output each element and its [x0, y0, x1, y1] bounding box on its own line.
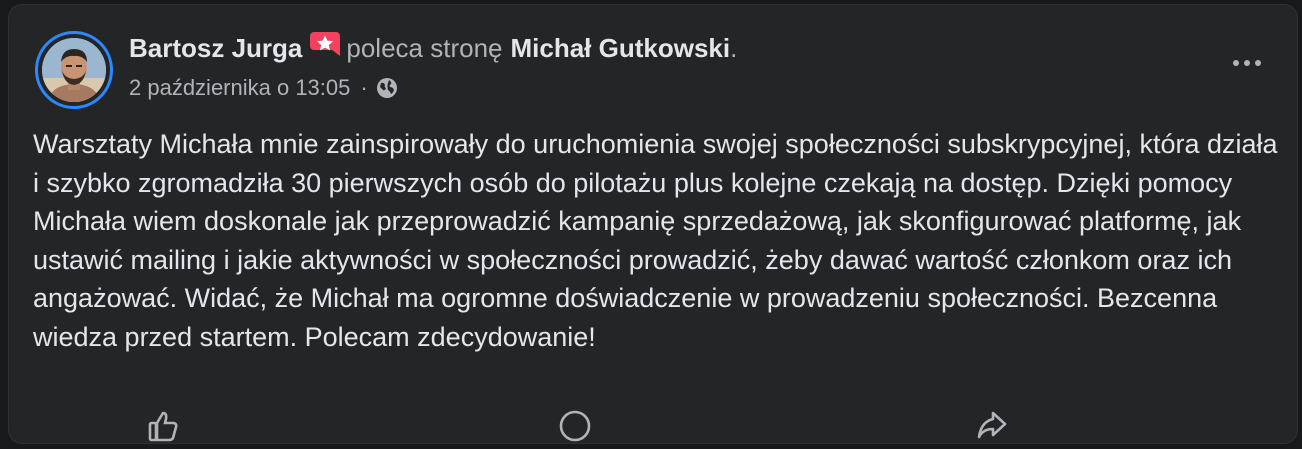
avatar[interactable]: [42, 38, 106, 102]
more-options-icon[interactable]: [1227, 51, 1267, 75]
globe-icon[interactable]: [376, 77, 398, 99]
share-button[interactable]: [975, 409, 1009, 443]
star-badge-icon: [310, 32, 341, 60]
more-dot: [1244, 60, 1250, 66]
header-period: .: [730, 33, 738, 63]
more-dot: [1255, 60, 1261, 66]
comment-icon: [557, 409, 593, 445]
meta-separator: ·: [360, 75, 368, 100]
comment-button[interactable]: [557, 409, 593, 445]
recommends-text: poleca stronę: [346, 33, 503, 63]
author-avatar-ring[interactable]: [35, 31, 113, 109]
author-name[interactable]: Bartosz Jurga: [129, 31, 302, 65]
post-timestamp[interactable]: 2 października o 13:05: [129, 73, 350, 103]
post-card: Bartosz Jurga poleca stronę Michał Gutko…: [8, 4, 1298, 444]
post-body: Warsztaty Michała mnie zainspirowały do …: [33, 129, 1278, 352]
like-button[interactable]: [147, 409, 181, 443]
more-dot: [1233, 60, 1239, 66]
recommended-page-name[interactable]: Michał Gutkowski: [511, 31, 731, 65]
post-actions: [9, 409, 1297, 449]
share-icon: [975, 409, 1009, 443]
post-header: Bartosz Jurga poleca stronę Michał Gutko…: [129, 31, 737, 65]
post-meta: 2 października o 13:05 ·: [129, 73, 398, 103]
like-icon: [147, 409, 181, 443]
